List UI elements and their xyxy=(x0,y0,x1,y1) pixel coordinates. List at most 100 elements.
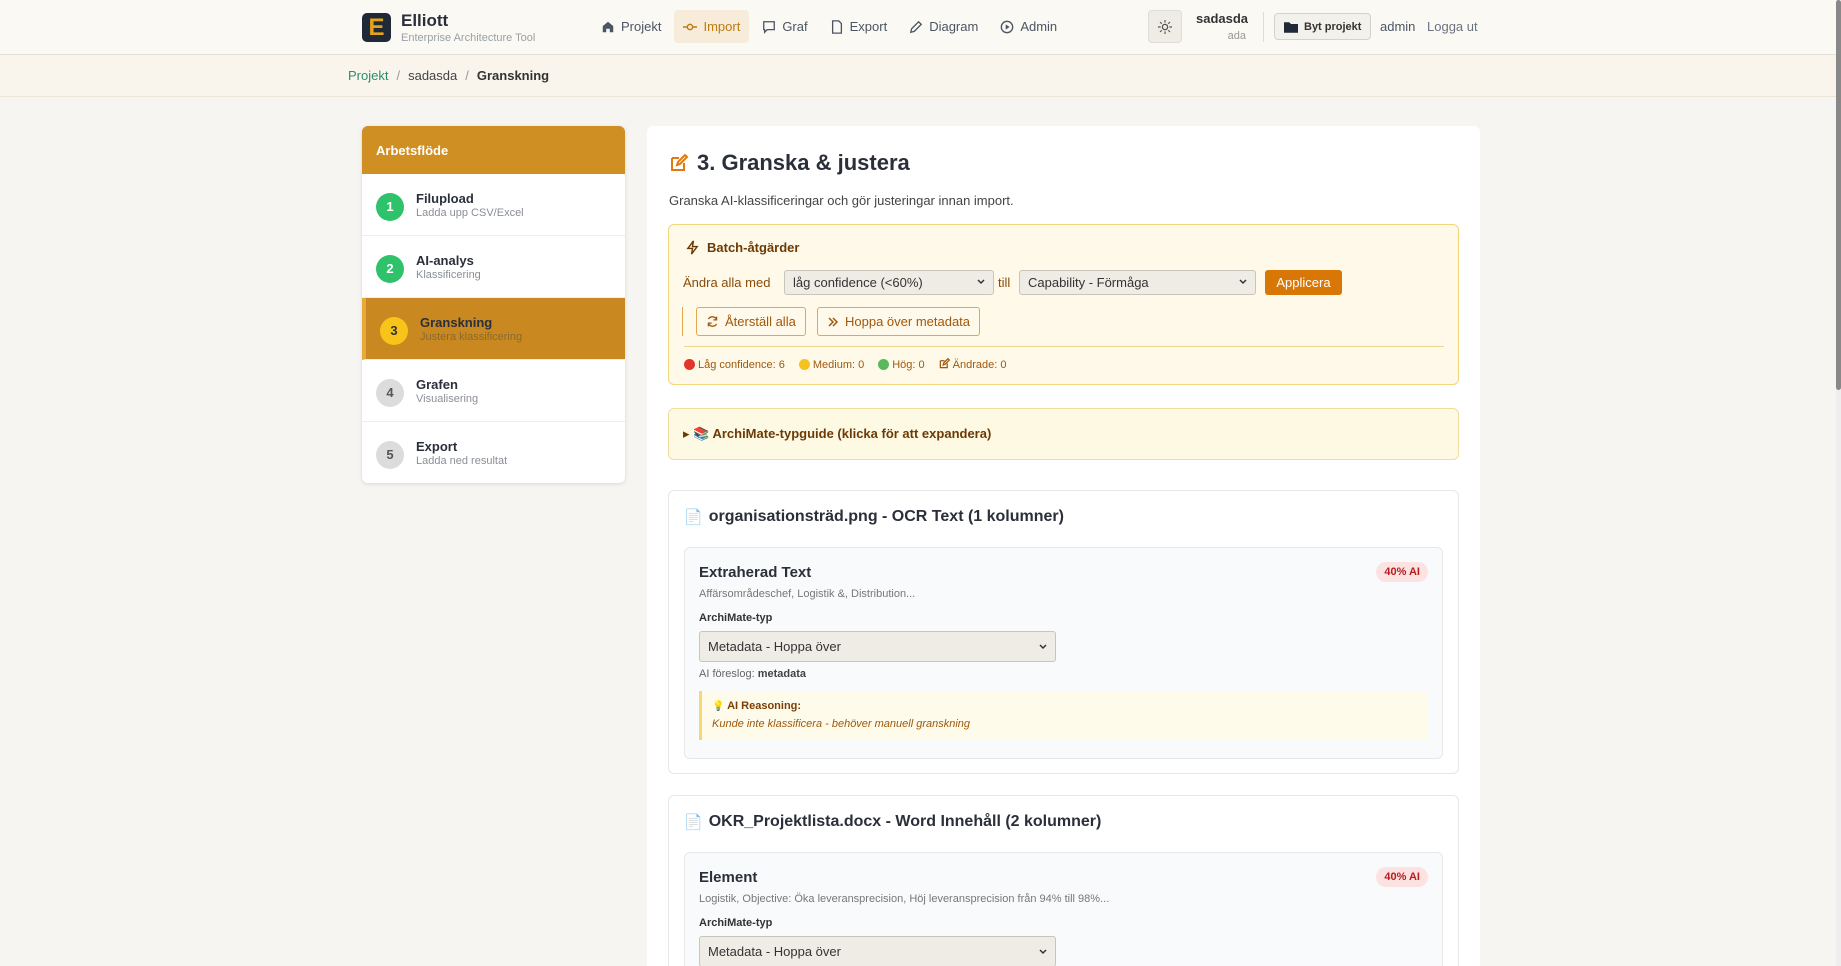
workflow-sidebar: Arbetsflöde 1 Filupload Ladda upp CSV/Ex… xyxy=(362,126,625,483)
file-title: 📄 organisationsträd.png - OCR Text (1 ko… xyxy=(684,508,1064,526)
step-number: 1 xyxy=(376,193,404,221)
confidence-filter-value: låg confidence (<60%) xyxy=(793,275,923,290)
batch-title: Batch-åtgärder xyxy=(685,240,799,255)
theme-toggle-button[interactable] xyxy=(1148,10,1182,43)
stat-medium: Medium: 0 xyxy=(798,358,865,371)
stat-high: Hög: 0 xyxy=(878,358,925,371)
skip-metadata-label: Hoppa över metadata xyxy=(845,314,971,329)
ai-reasoning-box: 💡 AI Reasoning: Kunde inte klassificera … xyxy=(699,691,1428,740)
target-type-select[interactable]: Capability - Förmåga xyxy=(1019,270,1256,295)
classification-item: Extraherad Text 40% AI Affärsområdeschef… xyxy=(684,547,1443,759)
app-logo[interactable]: E xyxy=(362,13,391,42)
document-icon: 📄 xyxy=(684,509,703,526)
ai-reasoning-text: Kunde inte klassificera - behöver manuel… xyxy=(712,718,971,730)
nav-projekt[interactable]: Projekt xyxy=(592,10,670,43)
reset-all-button[interactable]: Återställ alla xyxy=(696,307,806,336)
step-title: Grafen xyxy=(416,377,458,392)
step-number: 2 xyxy=(376,255,404,283)
stat-medium-text: Medium: 0 xyxy=(812,358,865,371)
file-card: 📄 OKR_Projektlista.docx - Word Innehåll … xyxy=(668,795,1459,966)
ai-suggestion-value: metadata xyxy=(757,668,806,680)
breadcrumb-separator: / xyxy=(396,68,401,83)
lightning-icon xyxy=(686,240,699,255)
admin-user-link[interactable]: admin xyxy=(1380,19,1415,34)
nav-admin[interactable]: Admin xyxy=(991,10,1066,43)
breadcrumb-project[interactable]: sadasda xyxy=(408,68,457,83)
skip-metadata-button[interactable]: Hoppa över metadata xyxy=(817,307,981,336)
yellow-dot-icon xyxy=(798,358,810,370)
brand-name[interactable]: Elliott xyxy=(401,11,448,31)
file-title: 📄 OKR_Projektlista.docx - Word Innehåll … xyxy=(684,813,1101,831)
pencil-icon xyxy=(910,20,923,33)
current-user-name: ada xyxy=(1227,30,1246,42)
chevron-down-icon xyxy=(1039,949,1047,955)
archimate-type-select[interactable]: Metadata - Hoppa över xyxy=(699,631,1056,662)
chevron-down-icon xyxy=(1239,279,1247,285)
chevron-down-icon xyxy=(977,279,985,285)
red-dot-icon xyxy=(684,358,695,370)
target-type-value: Capability - Förmåga xyxy=(1028,275,1149,290)
item-title: Element xyxy=(699,869,758,886)
archimate-type-value: Metadata - Hoppa över xyxy=(708,639,841,654)
apply-button[interactable]: Applicera xyxy=(1265,270,1342,295)
step-subtitle: Ladda ned resultat xyxy=(416,455,508,467)
lightbulb-icon: 💡 xyxy=(712,701,725,712)
step-number: 4 xyxy=(376,379,404,407)
breadcrumb: Projekt / sadasda / Granskning xyxy=(348,68,549,83)
workflow-step-ai-analys[interactable]: 2 AI-analys Klassificering xyxy=(362,236,625,298)
divider xyxy=(684,346,1444,347)
divider xyxy=(1263,12,1264,42)
current-project-name: sadasda xyxy=(1196,11,1249,26)
workflow-step-grafen[interactable]: 4 Grafen Visualisering xyxy=(362,360,625,422)
document-icon: 📄 xyxy=(684,814,703,831)
confidence-filter-select[interactable]: låg confidence (<60%) xyxy=(784,270,994,295)
change-all-label: Ändra alla med xyxy=(683,275,771,290)
chat-icon xyxy=(763,20,776,34)
green-dot-icon xyxy=(878,358,890,370)
workflow-step-export[interactable]: 5 Export Ladda ned resultat xyxy=(362,422,625,483)
archimate-type-label: ArchiMate-typ xyxy=(699,612,773,624)
nav-export[interactable]: Export xyxy=(821,10,897,43)
stat-changed: Ändrade: 0 xyxy=(939,357,1006,371)
logout-link[interactable]: Logga ut xyxy=(1427,19,1478,34)
nav-export-label: Export xyxy=(849,19,888,34)
review-panel: 3. Granska & justera Granska AI-klassifi… xyxy=(647,126,1480,966)
page-scrollbar-thumb[interactable] xyxy=(1836,0,1841,390)
confidence-badge: 40% AI xyxy=(1376,562,1428,582)
ai-reasoning-title-text: AI Reasoning: xyxy=(727,700,802,712)
workflow-title: Arbetsflöde xyxy=(362,126,625,174)
ai-reasoning-title: 💡 AI Reasoning: xyxy=(712,700,1418,712)
archimate-type-label: ArchiMate-typ xyxy=(699,917,773,929)
ai-suggestion-label: AI föreslog: xyxy=(699,668,755,680)
workflow-step-filupload[interactable]: 1 Filupload Ladda upp CSV/Excel xyxy=(362,174,625,236)
stat-low-text: Låg confidence: 6 xyxy=(698,358,785,371)
batch-title-text: Batch-åtgärder xyxy=(707,240,800,255)
step-subtitle: Ladda upp CSV/Excel xyxy=(416,207,524,219)
page-title-text: 3. Granska & justera xyxy=(697,150,910,175)
nav-diagram[interactable]: Diagram xyxy=(900,10,987,43)
nav-graf[interactable]: Graf xyxy=(753,10,816,43)
workflow-step-granskning[interactable]: 3 Granskning Justera klassificering xyxy=(362,298,625,360)
step-number: 5 xyxy=(376,441,404,469)
play-circle-icon xyxy=(1000,20,1014,33)
archimate-guide-toggle[interactable]: ▸ 📚 ArchiMate-typguide (klicka för att e… xyxy=(668,408,1459,460)
top-navbar: E Elliott Enterprise Architecture Tool P… xyxy=(0,0,1841,55)
commit-icon xyxy=(683,23,698,30)
breadcrumb-separator: / xyxy=(465,68,469,83)
main-nav: Projekt Import Graf Export Diagram Admin xyxy=(592,10,1066,43)
switch-project-label: Byt projekt xyxy=(1304,20,1362,33)
item-title: Extraherad Text xyxy=(699,564,812,581)
classification-item: Element 40% AI Logistik, Objective: Öka … xyxy=(684,852,1443,966)
nav-diagram-label: Diagram xyxy=(929,19,979,34)
breadcrumb-current: Granskning xyxy=(476,68,550,83)
folder-icon xyxy=(1284,21,1298,33)
step-subtitle: Visualisering xyxy=(416,393,479,405)
page-description: Granska AI-klassificeringar och gör just… xyxy=(669,193,1014,208)
breadcrumb-projekt[interactable]: Projekt xyxy=(348,68,388,83)
breadcrumb-bar: Projekt / sadasda / Granskning xyxy=(0,55,1841,97)
nav-import[interactable]: Import xyxy=(674,10,750,43)
refresh-icon xyxy=(707,316,718,327)
switch-project-button[interactable]: Byt projekt xyxy=(1274,13,1372,40)
step-number: 3 xyxy=(380,317,408,345)
archimate-type-select[interactable]: Metadata - Hoppa över xyxy=(699,936,1056,966)
